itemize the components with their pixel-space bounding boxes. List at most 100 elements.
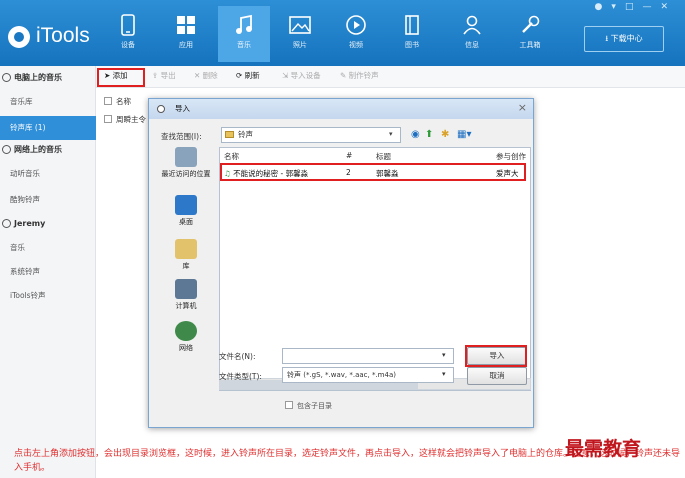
lookin-select[interactable]: 铃声 [221, 127, 401, 143]
filename-label: 文件名(N): [219, 352, 256, 361]
download-center-button[interactable]: ⭳ 下载中心 [584, 26, 664, 52]
import-highlight-box [465, 345, 527, 367]
back-icon[interactable]: ◉ [411, 129, 420, 140]
download-center-label: 下载中心 [610, 34, 643, 43]
list-item[interactable]: 周瞬主令 [104, 114, 146, 125]
place-label: 计算机 [175, 302, 197, 310]
include-subdir-option[interactable]: 包含子目录 [285, 401, 332, 411]
add-highlight-box [97, 68, 145, 87]
place-network[interactable]: 网络 [159, 321, 213, 353]
place-recent[interactable]: 最近访问的位置 [159, 147, 213, 179]
sidebar-item-device-music[interactable]: 音乐 [0, 236, 96, 260]
nav-contacts-label: 信息 [465, 41, 479, 49]
nav-contacts[interactable]: 信息 [446, 6, 498, 62]
sidebar-item-dongting[interactable]: 动听音乐 [0, 162, 96, 186]
device-icon [121, 14, 135, 36]
sidebar-item-itools-ringtones[interactable]: iTools铃声 [0, 284, 96, 308]
nav-toolbox-label: 工具箱 [519, 41, 541, 49]
nav-books-label: 图书 [405, 41, 419, 49]
sidebar-section-online-music[interactable]: 网络上的音乐 [0, 140, 96, 160]
filename-input[interactable] [282, 348, 454, 364]
book-icon [405, 15, 419, 35]
music-icon [236, 14, 252, 34]
folder-icon [225, 131, 234, 138]
sidebar-section-device[interactable]: Jeremy [0, 214, 96, 234]
sidebar-section-label: 网络上的音乐 [14, 145, 62, 154]
dialog-close-icon[interactable]: × [518, 101, 527, 114]
place-label: 最近访问的位置 [161, 170, 211, 178]
recent-places-icon [175, 147, 197, 167]
skin-icon[interactable]: ● [595, 2, 612, 12]
chevron-down-icon[interactable]: ▾ [442, 370, 446, 378]
nav-photos-label: 照片 [293, 41, 307, 49]
nav-apps[interactable]: 应用 [160, 6, 212, 62]
place-label: 桌面 [179, 218, 193, 226]
app-logo-text: iTools [36, 24, 90, 47]
delete-button[interactable]: ✕ 删除 [194, 70, 218, 81]
select-all-checkbox[interactable] [104, 97, 112, 105]
contacts-icon [463, 15, 481, 35]
make-ringtone-label: 制作铃声 [348, 71, 379, 80]
place-desktop[interactable]: 桌面 [159, 195, 213, 227]
refresh-button[interactable]: ⟳ 刷新 [236, 70, 260, 81]
nav-device[interactable]: 设备 [102, 6, 154, 62]
lookin-value: 铃声 [238, 130, 253, 139]
filetype-label: 文件类型(T): [219, 372, 262, 381]
sidebar-item-ringtone-library[interactable]: 铃声库 (1) [0, 116, 96, 140]
import-dialog: 导入 × 查找范围(I): 铃声 ▾ ◉ ⬆ ✱ ▦▾ 最近访问的位置 桌面 库… [148, 98, 534, 428]
minimize-icon[interactable]: — [642, 2, 660, 12]
watermark: 最需教育 [565, 438, 642, 460]
apps-icon [177, 16, 195, 34]
list-header[interactable]: 名称 [104, 96, 131, 107]
nav-toolbox[interactable]: 工具箱 [504, 6, 556, 62]
tools-icon [522, 15, 540, 33]
chevron-down-icon[interactable]: ▾ [389, 130, 393, 138]
up-folder-icon[interactable]: ⬆ [425, 129, 433, 140]
sidebar-item-music-library[interactable]: 音乐库 [0, 90, 96, 114]
restore-icon[interactable]: □ [625, 2, 643, 12]
network-icon [175, 321, 197, 341]
globe-icon [2, 145, 11, 154]
nav-video[interactable]: 视频 [330, 6, 382, 62]
sidebar-item-kugou[interactable]: 酷狗铃声 [0, 188, 96, 212]
computer-icon [175, 279, 197, 299]
nav-music[interactable]: 音乐 [218, 6, 270, 62]
cancel-button[interactable]: 取消 [467, 367, 527, 385]
place-label: 网络 [179, 344, 193, 352]
toolbar: ➤ 添加 ⇪ 导出 ✕ 删除 ⟳ 刷新 ⇲ 导入设备 ✎ 制作铃声 [96, 66, 685, 88]
new-folder-icon[interactable]: ✱ [441, 129, 449, 140]
place-label: 库 [182, 262, 190, 270]
itools-logo-icon [157, 105, 165, 113]
menu-icon[interactable]: ▾ [611, 2, 625, 12]
import-device-button[interactable]: ⇲ 导入设备 [282, 70, 321, 81]
refresh-label: 刷新 [244, 71, 260, 80]
close-icon[interactable]: ✕ [660, 2, 677, 12]
nav-books[interactable]: 图书 [386, 6, 438, 62]
filetype-select[interactable]: 铃声 (*.gS, *.wav, *.aac, *.m4a) [282, 367, 454, 383]
import-device-label: 导入设备 [290, 71, 321, 80]
nav-apps-label: 应用 [179, 41, 193, 49]
sidebar: 电脑上的音乐 音乐库 铃声库 (1) 网络上的音乐 动听音乐 酷狗铃声 Jere… [0, 66, 96, 478]
row-checkbox[interactable] [104, 115, 112, 123]
video-icon [346, 15, 366, 35]
sidebar-item-system-ringtones[interactable]: 系统铃声 [0, 260, 96, 284]
nav-photos[interactable]: 照片 [274, 6, 326, 62]
photo-icon [289, 16, 311, 34]
export-label: 导出 [160, 71, 176, 80]
window-controls[interactable]: ●▾□—✕ [595, 2, 677, 12]
place-library[interactable]: 库 [159, 239, 213, 271]
delete-label: 删除 [202, 71, 218, 80]
make-ringtone-button[interactable]: ✎ 制作铃声 [340, 70, 379, 81]
nav-device-label: 设备 [121, 41, 135, 49]
itools-logo-icon [8, 26, 30, 48]
sidebar-section-pc-music[interactable]: 电脑上的音乐 [0, 68, 96, 88]
library-icon [175, 239, 197, 259]
sidebar-section-label: Jeremy [14, 219, 46, 228]
export-button[interactable]: ⇪ 导出 [152, 70, 176, 81]
list-item-name: 周瞬主令 [116, 115, 146, 124]
dialog-title-bar[interactable]: 导入 [149, 99, 533, 119]
include-subdir-checkbox[interactable] [285, 401, 293, 409]
place-computer[interactable]: 计算机 [159, 279, 213, 311]
chevron-down-icon[interactable]: ▾ [442, 351, 446, 359]
view-menu-icon[interactable]: ▦▾ [457, 129, 471, 140]
